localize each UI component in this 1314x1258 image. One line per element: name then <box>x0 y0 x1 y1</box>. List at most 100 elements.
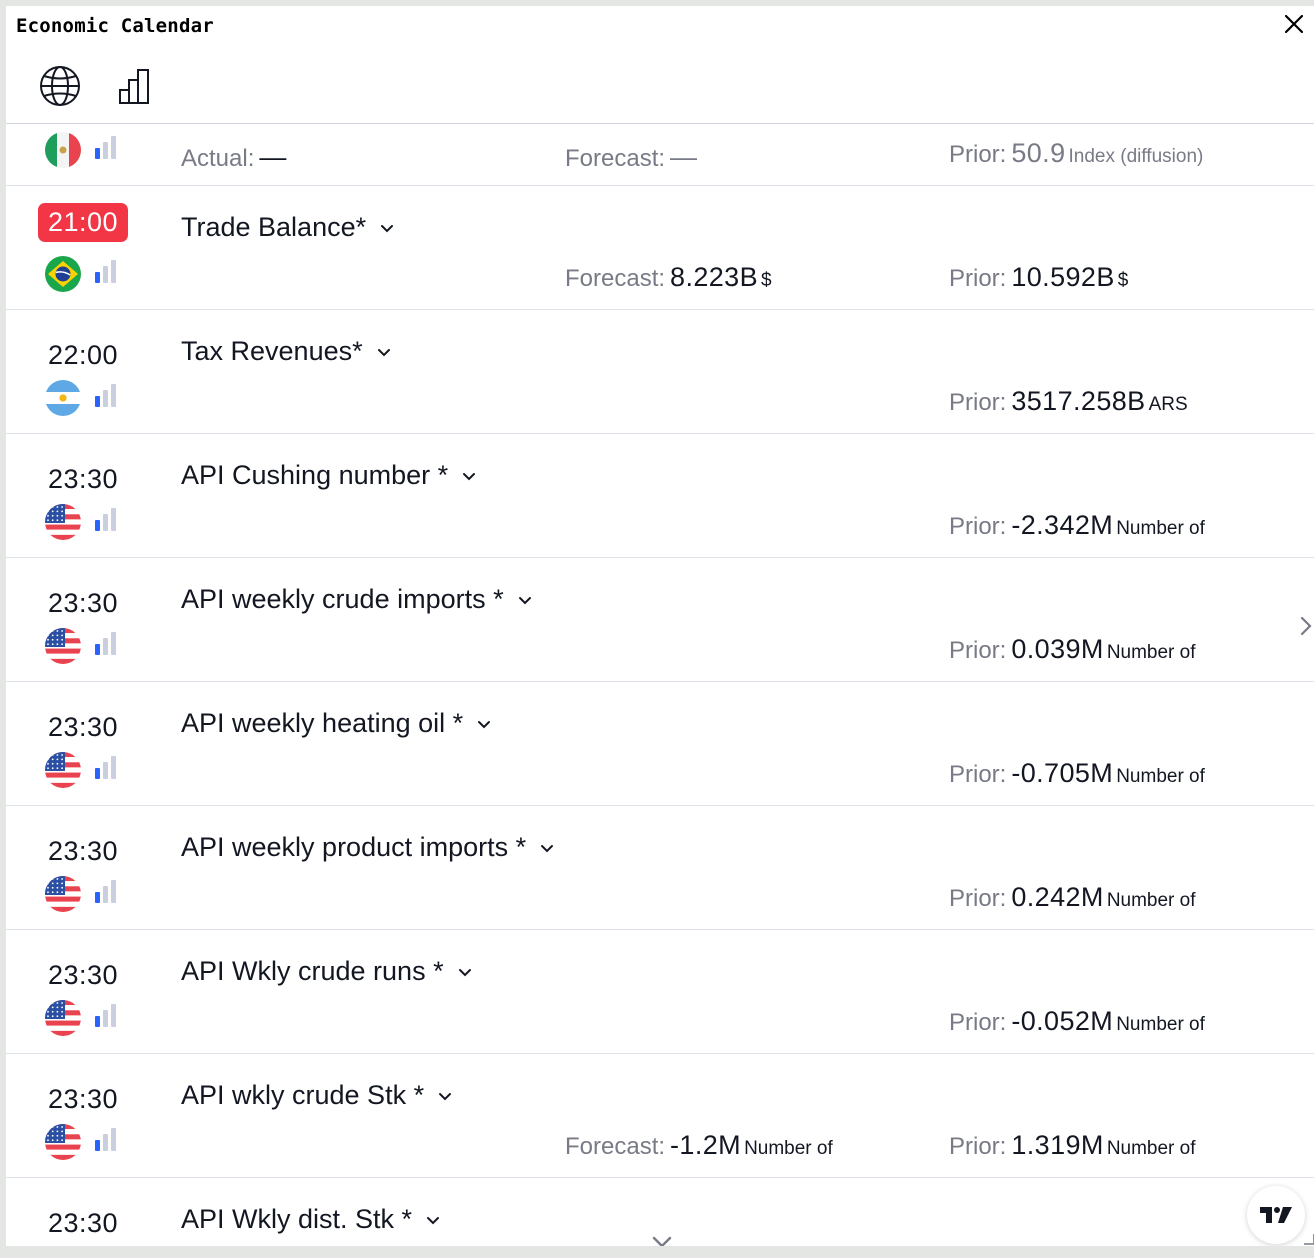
prior-unit: ARS <box>1148 394 1188 415</box>
resize-grip[interactable] <box>1300 1230 1314 1246</box>
prior-label: Prior: <box>949 1009 1007 1036</box>
flag-brazil-icon <box>45 256 81 292</box>
chevron-down-icon <box>463 472 476 480</box>
forecast-field: Forecast: 8.223B $ <box>565 262 772 293</box>
flag-united-states-icon <box>45 876 81 912</box>
forecast-label: Forecast: <box>565 265 666 292</box>
event-row[interactable]: Actual: — Forecast: — Prior: 50.9 Index … <box>6 124 1314 186</box>
forecast-value: 8.223B <box>670 262 759 292</box>
chevron-down-icon <box>439 1092 452 1100</box>
event-name-label: Trade Balance* <box>181 212 367 242</box>
prior-field: Prior: 0.039M Number of <box>949 634 1196 665</box>
event-name[interactable]: API weekly product imports * <box>181 832 556 863</box>
prior-value: 50.9 <box>1011 138 1066 168</box>
actual-value: — <box>259 142 287 172</box>
prior-value: -2.342M <box>1011 510 1114 540</box>
chevron-right-icon <box>1300 616 1312 636</box>
tradingview-logo-button[interactable] <box>1247 1186 1305 1244</box>
event-name-label: API weekly crude imports * <box>181 584 504 614</box>
flag-mexico-icon <box>45 132 81 168</box>
flag-united-states-icon <box>45 1124 81 1160</box>
prior-unit: Number of <box>1116 766 1205 787</box>
importance-bars-icon <box>95 260 116 283</box>
event-name[interactable]: API Cushing number * <box>181 460 478 491</box>
event-name[interactable]: API Wkly dist. Stk * <box>181 1204 442 1235</box>
prior-unit: Index (diffusion) <box>1068 146 1204 167</box>
event-time: 21:00 <box>38 203 129 242</box>
prior-field: Prior: 3517.258B ARS <box>949 386 1188 417</box>
economic-calendar-window: Economic Calendar Actual: — Forecast: — … <box>6 6 1314 1246</box>
flag-united-states-icon <box>45 1000 81 1036</box>
forecast-field: Forecast: — <box>565 142 697 173</box>
event-name-label: Tax Revenues* <box>181 336 363 366</box>
resize-icon <box>1304 1234 1314 1245</box>
forecast-unit: Number of <box>744 1138 833 1159</box>
event-name[interactable]: API wkly crude Stk * <box>181 1080 454 1111</box>
forecast-field: Forecast: -1.2M Number of <box>565 1130 833 1161</box>
event-name-label: API weekly heating oil * <box>181 708 464 738</box>
prior-value: 10.592B <box>1011 262 1115 292</box>
chevron-down-icon <box>458 968 471 976</box>
close-button[interactable] <box>1282 12 1306 36</box>
event-row[interactable]: 23:30 API wkly crude Stk * Forecast: -1.2M N… <box>6 1054 1314 1178</box>
chevron-down-icon <box>478 720 491 728</box>
prior-value: -0.052M <box>1011 1006 1114 1036</box>
event-name[interactable]: API Wkly crude runs * <box>181 956 474 987</box>
event-name-label: API weekly product imports * <box>181 832 527 862</box>
actual-field: Actual: — <box>181 142 287 173</box>
actual-label: Actual: <box>181 145 255 172</box>
event-time: 23:30 <box>48 712 119 742</box>
event-name[interactable]: Tax Revenues* <box>181 336 393 367</box>
event-name[interactable]: API weekly crude imports * <box>181 584 534 615</box>
event-name-label: API Wkly crude runs * <box>181 956 444 986</box>
prior-unit: $ <box>1117 270 1129 291</box>
event-row[interactable]: 23:30 API weekly heating oil * Prior: -0.70… <box>6 682 1314 806</box>
events-list[interactable]: Actual: — Forecast: — Prior: 50.9 Index … <box>6 124 1314 1246</box>
scroll-right-button[interactable] <box>1300 614 1314 638</box>
prior-label: Prior: <box>949 637 1007 664</box>
importance-bars-icon <box>95 508 116 531</box>
prior-value: 3517.258B <box>1011 386 1146 416</box>
importance-bars-icon <box>95 1004 116 1027</box>
prior-unit: Number of <box>1106 1138 1196 1159</box>
prior-field: Prior: -2.342M Number of <box>949 510 1205 541</box>
event-name-label: API Cushing number * <box>181 460 449 490</box>
event-row[interactable]: 23:30 API weekly product imports * Prior: 0… <box>6 806 1314 930</box>
flag-united-states-icon <box>45 504 81 540</box>
event-row[interactable]: 23:30 API Cushing number * Prior: -2.342M Nu… <box>6 434 1314 558</box>
prior-label: Prior: <box>949 265 1007 292</box>
chevron-down-icon <box>518 596 531 604</box>
importance-filter-button[interactable] <box>112 62 160 110</box>
event-name[interactable]: Trade Balance* <box>181 212 396 243</box>
event-row[interactable]: 23:30 API weekly crude imports * Prior: 0.0… <box>6 558 1314 682</box>
event-row[interactable]: 21:00 Trade Balance* Forecast: 8.223B $ Prior… <box>6 186 1314 310</box>
event-row[interactable]: 23:30 API Wkly crude runs * Prior: -0.052M N… <box>6 930 1314 1054</box>
event-time: 23:30 <box>48 1208 119 1238</box>
prior-unit: Number of <box>1106 642 1196 663</box>
prior-value: 1.319M <box>1011 1130 1104 1160</box>
prior-label: Prior: <box>949 141 1007 168</box>
prior-label: Prior: <box>949 1133 1007 1160</box>
prior-field: Prior: 50.9 Index (diffusion) <box>949 138 1203 169</box>
importance-bars-icon <box>95 384 116 407</box>
prior-unit: Number of <box>1116 518 1205 539</box>
event-time: 23:30 <box>48 960 119 990</box>
prior-field: Prior: -0.705M Number of <box>949 758 1205 789</box>
scroll-down-button[interactable] <box>650 1232 674 1246</box>
chevron-down-icon <box>427 1216 440 1224</box>
event-name[interactable]: API weekly heating oil * <box>181 708 493 739</box>
importance-bars-icon <box>95 632 116 655</box>
globe-icon <box>40 66 80 106</box>
country-filter-button[interactable] <box>36 62 84 110</box>
importance-bars-icon <box>95 880 116 903</box>
prior-field: Prior: -0.052M Number of <box>949 1006 1205 1037</box>
prior-field: Prior: 0.242M Number of <box>949 882 1196 913</box>
event-name-label: API Wkly dist. Stk * <box>181 1204 413 1234</box>
prior-field: Prior: 10.592B $ <box>949 262 1128 293</box>
event-row[interactable]: 22:00 Tax Revenues* Prior: 3517.258B ARS <box>6 310 1314 434</box>
chevron-down-icon <box>541 844 554 852</box>
prior-label: Prior: <box>949 885 1007 912</box>
event-time: 23:30 <box>48 464 119 494</box>
event-time: 23:30 <box>48 836 119 866</box>
flag-united-states-icon <box>45 752 81 788</box>
